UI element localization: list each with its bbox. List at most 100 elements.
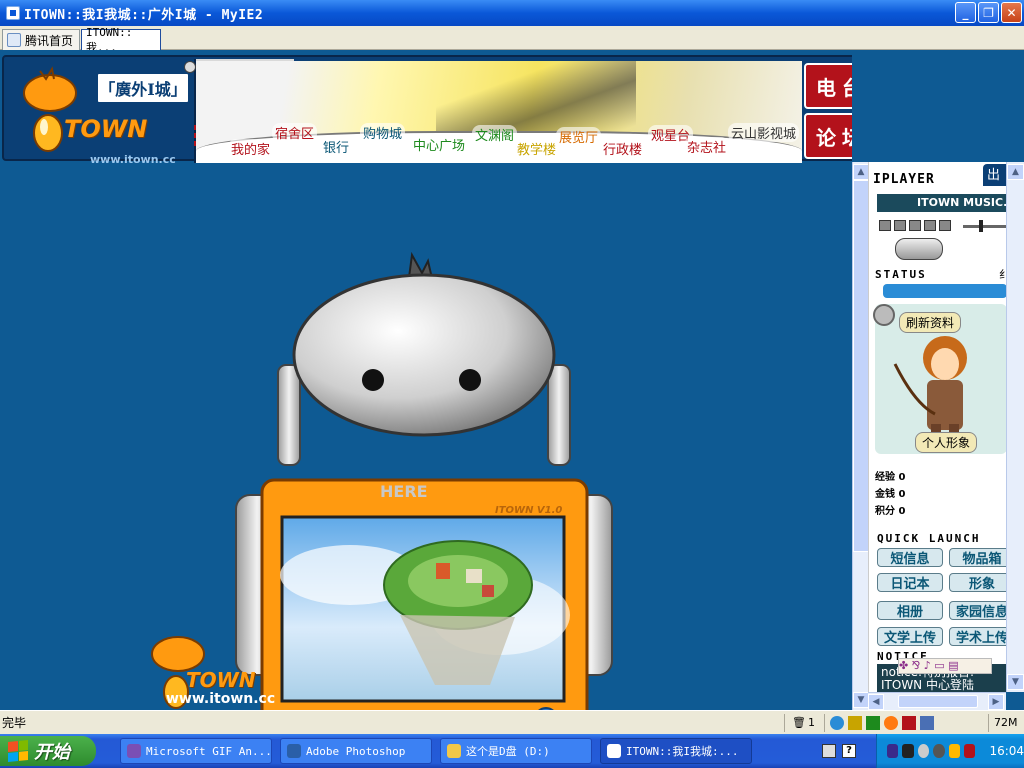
refresh-profile-button[interactable]: 刷新资料: [899, 312, 962, 333]
scroll-right-icon[interactable]: ▶: [988, 694, 1004, 710]
scroll-down-icon[interactable]: ▼: [853, 692, 869, 708]
next-icon[interactable]: [939, 220, 951, 231]
tab-itown[interactable]: ITOWN::我...: [81, 26, 161, 54]
brush-icon[interactable]: [848, 715, 862, 730]
notice-text-2: ITOWN 中心登陆: [881, 678, 974, 692]
task-gif-animator[interactable]: Microsoft GIF An...: [120, 738, 272, 764]
photoshop-icon: [287, 744, 301, 758]
quick-diary-button[interactable]: 日记本: [877, 573, 943, 592]
scroll-left-icon[interactable]: ◀: [868, 694, 884, 710]
volume-slider[interactable]: [979, 220, 983, 232]
quick-launch-title: QUICK LAUNCH: [877, 532, 981, 545]
panel-scrollbar[interactable]: ▲ ▼: [852, 162, 869, 710]
nav-center-plaza[interactable]: 中心广场: [410, 135, 469, 154]
scroll-down-icon[interactable]: ▼: [1007, 674, 1024, 690]
tray-icon-3[interactable]: [917, 744, 930, 758]
out-tab[interactable]: 出: [983, 164, 1006, 186]
page-scrollbar[interactable]: ▲ ▼: [1006, 162, 1024, 692]
folder-icon: [447, 744, 461, 758]
windows-logo-icon: [8, 739, 28, 763]
iplayer-title: IPLAYER: [873, 172, 935, 187]
player-knobs[interactable]: [895, 238, 943, 260]
nav-bank[interactable]: 银行: [320, 137, 353, 156]
quick-album-button[interactable]: 相册: [877, 601, 943, 620]
grid-icon[interactable]: [920, 715, 934, 730]
quick-academic-upload-button[interactable]: 学术上传: [949, 627, 1006, 646]
site-name: 「廣外I城」: [96, 72, 190, 104]
radio-button[interactable]: 电台: [804, 63, 852, 109]
stat-points: 积分 0: [875, 506, 906, 517]
robot-here-text: HERE: [380, 482, 428, 501]
nav-teaching[interactable]: 教学楼: [514, 139, 560, 158]
scroll-thumb[interactable]: [853, 180, 869, 552]
quick-items-button[interactable]: 物品箱: [949, 548, 1006, 567]
status-bar-bottom: 完毕 🗑 1 72M: [0, 710, 1024, 734]
robot-brand-text: ITOWN V1.0: [495, 505, 562, 516]
status-count: 1: [808, 716, 815, 729]
prev-icon[interactable]: [924, 220, 936, 231]
start-button[interactable]: 开始: [0, 736, 96, 766]
nav-mall[interactable]: 购物城: [360, 123, 406, 142]
tab-label: 腾讯首页: [25, 33, 74, 48]
nav-admin[interactable]: 行政楼: [600, 139, 646, 158]
refresh-profile-icon[interactable]: [873, 304, 895, 326]
pause-icon[interactable]: [894, 220, 906, 231]
quick-image-button[interactable]: 形象: [949, 573, 1006, 592]
music-title: ITOWN MUSIC...: [877, 194, 1006, 212]
avatar-label[interactable]: 个人形象: [915, 432, 978, 453]
minimize-button[interactable]: _: [955, 2, 976, 23]
keyboard-icon[interactable]: [822, 744, 836, 758]
bottom-url: www.itown.cc: [166, 691, 276, 707]
nav-cinema[interactable]: 云山影视城: [728, 123, 800, 142]
tray-icon-5[interactable]: [948, 744, 961, 758]
task-d-drive[interactable]: 这个是D盘 (D:): [440, 738, 592, 764]
flag-icon[interactable]: [902, 715, 916, 730]
nav-magazine[interactable]: 杂志社: [684, 137, 730, 156]
play-icon[interactable]: [879, 220, 891, 231]
horizontal-scrollbar[interactable]: ◀ ▶: [868, 692, 1006, 710]
task-photoshop[interactable]: Adobe Photoshop: [280, 738, 432, 764]
logo-text: TOWN: [64, 115, 148, 143]
tray-icon-2[interactable]: [902, 744, 914, 758]
task-label: Adobe Photoshop: [306, 744, 406, 758]
download-icon[interactable]: [866, 715, 880, 730]
tab-tencent[interactable]: 腾讯首页: [2, 29, 80, 50]
tray-icon-1[interactable]: [887, 744, 899, 758]
maximize-button[interactable]: ❐: [978, 2, 999, 23]
site-url: www.itown.cc: [90, 153, 176, 166]
tray-icon-4[interactable]: [933, 744, 945, 758]
status-bar: [883, 284, 1006, 298]
sync-icon[interactable]: [830, 715, 844, 730]
trash-icon[interactable]: 🗑: [792, 716, 806, 729]
nav-exhibition[interactable]: 展览厅: [556, 127, 602, 146]
start-label: 开始: [34, 742, 70, 763]
status-title: STATUS: [875, 268, 927, 281]
title-bar: ITOWN::我I我城::广外I城 - MyIE2 _ ❐ ✕: [0, 0, 1024, 26]
scroll-up-icon[interactable]: ▲: [853, 164, 869, 180]
status-suffix: 纟: [999, 266, 1006, 282]
nav-wenyuan[interactable]: 文渊阁: [472, 125, 518, 144]
gear-icon[interactable]: [884, 715, 898, 730]
nav-strip: 我的家 宿舍区 银行 购物城 中心广场 文渊阁 教学楼 展览厅 行政楼 观星台 …: [196, 61, 802, 163]
quick-messages-button[interactable]: 短信息: [877, 548, 943, 567]
stop-icon[interactable]: [909, 220, 921, 231]
quick-literature-upload-button[interactable]: 文学上传: [877, 627, 943, 646]
help-icon[interactable]: ?: [842, 744, 856, 758]
scroll-up-icon[interactable]: ▲: [1007, 164, 1024, 180]
task-label: ITOWN::我I我城:...: [626, 745, 739, 758]
task-label: Microsoft GIF An...: [146, 744, 272, 758]
flash-toolstrip[interactable]: ✤ ⅋ ♪ ▭ ▤: [898, 658, 992, 674]
page-icon: [7, 33, 21, 47]
quick-home-info-button[interactable]: 家园信息: [949, 601, 1006, 620]
close-button[interactable]: ✕: [1001, 2, 1022, 23]
nav-my-home[interactable]: 我的家: [228, 139, 274, 158]
page-content: 「廣外I城」 TOWN www.itown.cc 注 册 登 录 我的家 宿舍区…: [0, 50, 852, 710]
forum-button[interactable]: 论坛: [804, 113, 852, 159]
hscroll-thumb[interactable]: [898, 695, 978, 708]
task-itown-browser[interactable]: ITOWN::我I我城:...: [600, 738, 752, 764]
bottom-logo-text: TOWN: [186, 668, 256, 692]
site-banner: 「廣外I城」 TOWN www.itown.cc 注 册 登 录 我的家 宿舍区…: [2, 55, 852, 166]
tray-icon-6[interactable]: [964, 744, 976, 758]
clock: 16:04: [989, 744, 1024, 758]
nav-dorm[interactable]: 宿舍区: [272, 123, 318, 142]
